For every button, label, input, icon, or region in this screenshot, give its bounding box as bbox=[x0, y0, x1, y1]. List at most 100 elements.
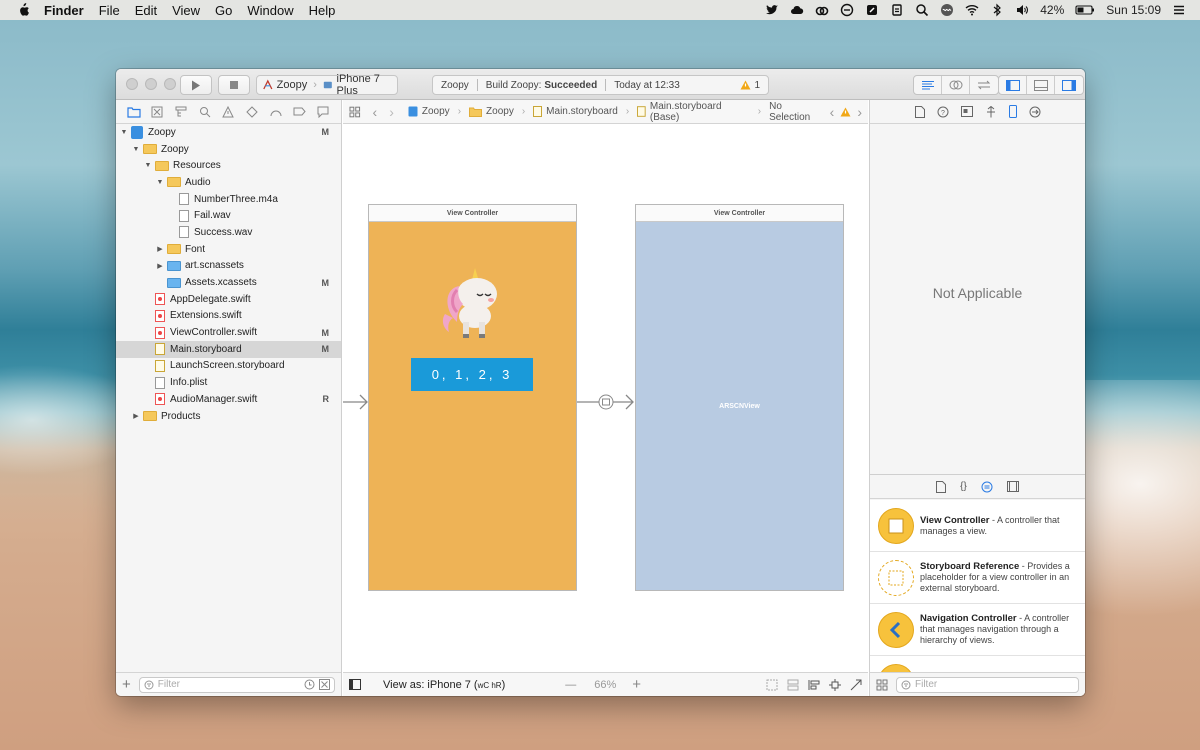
version-editor-button[interactable] bbox=[970, 76, 998, 94]
assistant-editor-button[interactable] bbox=[942, 76, 970, 94]
document-outline-toggle-icon[interactable] bbox=[349, 679, 361, 690]
symbol-navigator-tab[interactable] bbox=[174, 105, 188, 119]
tree-row[interactable]: Info.plist bbox=[116, 374, 341, 391]
initial-controller-arrow-icon[interactable] bbox=[343, 394, 369, 410]
scheme-selector[interactable]: Zoopy › iPhone 7 Plus bbox=[256, 73, 398, 97]
embed-in-stack-icon[interactable] bbox=[787, 679, 799, 691]
tree-row[interactable]: Extensions.swift bbox=[116, 308, 341, 325]
source-control-tab[interactable] bbox=[150, 105, 164, 119]
add-file-icon[interactable]: + bbox=[122, 676, 131, 693]
tree-row[interactable]: ViewController.swift M bbox=[116, 324, 341, 341]
recent-files-icon[interactable] bbox=[304, 679, 315, 690]
menu-help[interactable]: Help bbox=[309, 3, 336, 18]
grid-view-icon[interactable] bbox=[876, 679, 888, 691]
size-inspector-icon[interactable] bbox=[1008, 105, 1017, 118]
wifi-icon[interactable] bbox=[965, 3, 979, 17]
toggle-navigator-button[interactable] bbox=[999, 76, 1027, 94]
debug-navigator-tab[interactable] bbox=[269, 105, 283, 119]
storyboard-canvas[interactable]: View Controller 0, 1, 2, 3 View Controll… bbox=[343, 124, 868, 672]
toggle-debug-area-button[interactable] bbox=[1027, 76, 1055, 94]
view-controller-scene-2[interactable]: View Controller ARSCNView bbox=[635, 204, 844, 591]
issue-warning-icon[interactable] bbox=[840, 107, 851, 117]
disclosure-triangle-icon[interactable]: ▼ bbox=[132, 146, 140, 153]
disclosure-triangle-icon[interactable]: ▶ bbox=[156, 262, 164, 270]
update-frames-icon[interactable] bbox=[766, 679, 778, 691]
crumb-storyboard-base[interactable]: Main.storyboard (Base) bbox=[637, 101, 750, 123]
library-item-partial[interactable] bbox=[870, 656, 1085, 672]
battery-icon[interactable] bbox=[1075, 3, 1095, 17]
disclosure-triangle-icon[interactable]: ▼ bbox=[120, 129, 128, 136]
scene-1-view[interactable]: 0, 1, 2, 3 bbox=[369, 222, 576, 590]
tree-row[interactable]: LaunchScreen.storyboard bbox=[116, 358, 341, 375]
navigator-filter-field[interactable]: Filter bbox=[138, 676, 335, 693]
previous-issue-icon[interactable]: ‹ bbox=[830, 104, 835, 120]
segue-arrow[interactable] bbox=[577, 394, 635, 410]
twitter-icon[interactable] bbox=[765, 3, 779, 17]
stop-button[interactable] bbox=[218, 75, 250, 95]
media-library-icon[interactable] bbox=[1006, 481, 1019, 492]
menu-window[interactable]: Window bbox=[247, 3, 293, 18]
disclosure-triangle-icon[interactable]: ▶ bbox=[132, 412, 140, 420]
menu-view[interactable]: View bbox=[172, 3, 200, 18]
arscn-view[interactable]: ARSCNView bbox=[636, 222, 843, 590]
numbers-button[interactable]: 0, 1, 2, 3 bbox=[411, 358, 533, 391]
unicorn-image[interactable] bbox=[437, 264, 505, 340]
crumb-folder[interactable]: Zoopy bbox=[469, 106, 514, 117]
tree-row[interactable]: ▼ Zoopy M bbox=[116, 124, 341, 141]
menu-edit[interactable]: Edit bbox=[135, 3, 157, 18]
library-item-view-controller[interactable]: View Controller - A controller that mana… bbox=[870, 500, 1085, 552]
search-icon[interactable] bbox=[915, 3, 929, 17]
report-navigator-tab[interactable] bbox=[316, 105, 330, 119]
tree-row[interactable]: ▶ art.scnassets bbox=[116, 258, 341, 275]
align-icon[interactable] bbox=[808, 679, 820, 691]
menu-app-finder[interactable]: Finder bbox=[44, 3, 84, 18]
tree-row[interactable]: Fail.wav bbox=[116, 207, 341, 224]
toggle-inspector-button[interactable] bbox=[1055, 76, 1083, 94]
project-navigator-tab[interactable] bbox=[127, 105, 141, 119]
view-controller-scene-1[interactable]: View Controller 0, 1, 2, 3 bbox=[368, 204, 577, 591]
creative-cloud-icon[interactable] bbox=[815, 3, 829, 17]
next-issue-icon[interactable]: › bbox=[857, 104, 862, 120]
issue-navigator-tab[interactable] bbox=[221, 105, 235, 119]
menu-go[interactable]: Go bbox=[215, 3, 232, 18]
tree-row[interactable]: AppDelegate.swift bbox=[116, 291, 341, 308]
forward-chevron-icon[interactable]: › bbox=[389, 104, 394, 120]
tree-row[interactable]: AudioManager.swift R bbox=[116, 391, 341, 408]
library-item-storyboard-reference[interactable]: Storyboard Reference - Provides a placeh… bbox=[870, 552, 1085, 604]
view-as-device[interactable]: View as: iPhone 7 (wC hR) bbox=[383, 679, 505, 691]
sync-icon[interactable] bbox=[840, 3, 854, 17]
back-chevron-icon[interactable]: ‹ bbox=[373, 104, 378, 120]
disclosure-triangle-icon[interactable]: ▼ bbox=[144, 162, 152, 169]
breakpoint-navigator-tab[interactable] bbox=[292, 105, 306, 119]
quick-help-icon[interactable]: ? bbox=[937, 106, 949, 118]
tree-row[interactable]: ▼ Zoopy bbox=[116, 141, 341, 158]
disclosure-triangle-icon[interactable]: ▼ bbox=[156, 179, 164, 186]
find-navigator-tab[interactable] bbox=[198, 105, 212, 119]
menu-file[interactable]: File bbox=[99, 3, 120, 18]
zoom-in-button[interactable]: + bbox=[632, 676, 641, 693]
cloud-icon[interactable] bbox=[790, 3, 804, 17]
menubar-clock[interactable]: Sun 15:09 bbox=[1106, 3, 1161, 17]
zoom-window-button[interactable] bbox=[164, 78, 176, 90]
clipboard-icon[interactable] bbox=[890, 3, 904, 17]
run-button[interactable] bbox=[180, 75, 212, 95]
pin-icon[interactable] bbox=[829, 678, 841, 691]
notification-center-icon[interactable] bbox=[1172, 3, 1186, 17]
zoom-out-button[interactable]: — bbox=[565, 679, 576, 691]
identity-inspector-icon[interactable] bbox=[960, 106, 973, 117]
object-library-icon[interactable] bbox=[981, 481, 993, 493]
crumb-project[interactable]: Zoopy bbox=[408, 106, 450, 117]
standard-editor-button[interactable] bbox=[914, 76, 942, 94]
source-control-filter-icon[interactable] bbox=[319, 679, 330, 690]
zoom-level[interactable]: 66% bbox=[594, 679, 616, 691]
library-item-navigation-controller[interactable]: Navigation Controller - A controller tha… bbox=[870, 604, 1085, 656]
volume-icon[interactable] bbox=[1015, 3, 1029, 17]
test-navigator-tab[interactable] bbox=[245, 105, 259, 119]
crumb-storyboard[interactable]: Main.storyboard bbox=[533, 106, 618, 117]
tree-row[interactable]: Assets.xcassets M bbox=[116, 274, 341, 291]
tree-row[interactable]: Success.wav bbox=[116, 224, 341, 241]
siri-icon[interactable] bbox=[940, 3, 954, 17]
tree-row[interactable]: ▼ Resources bbox=[116, 157, 341, 174]
cleaner-icon[interactable] bbox=[865, 3, 879, 17]
file-inspector-icon[interactable] bbox=[914, 105, 925, 118]
